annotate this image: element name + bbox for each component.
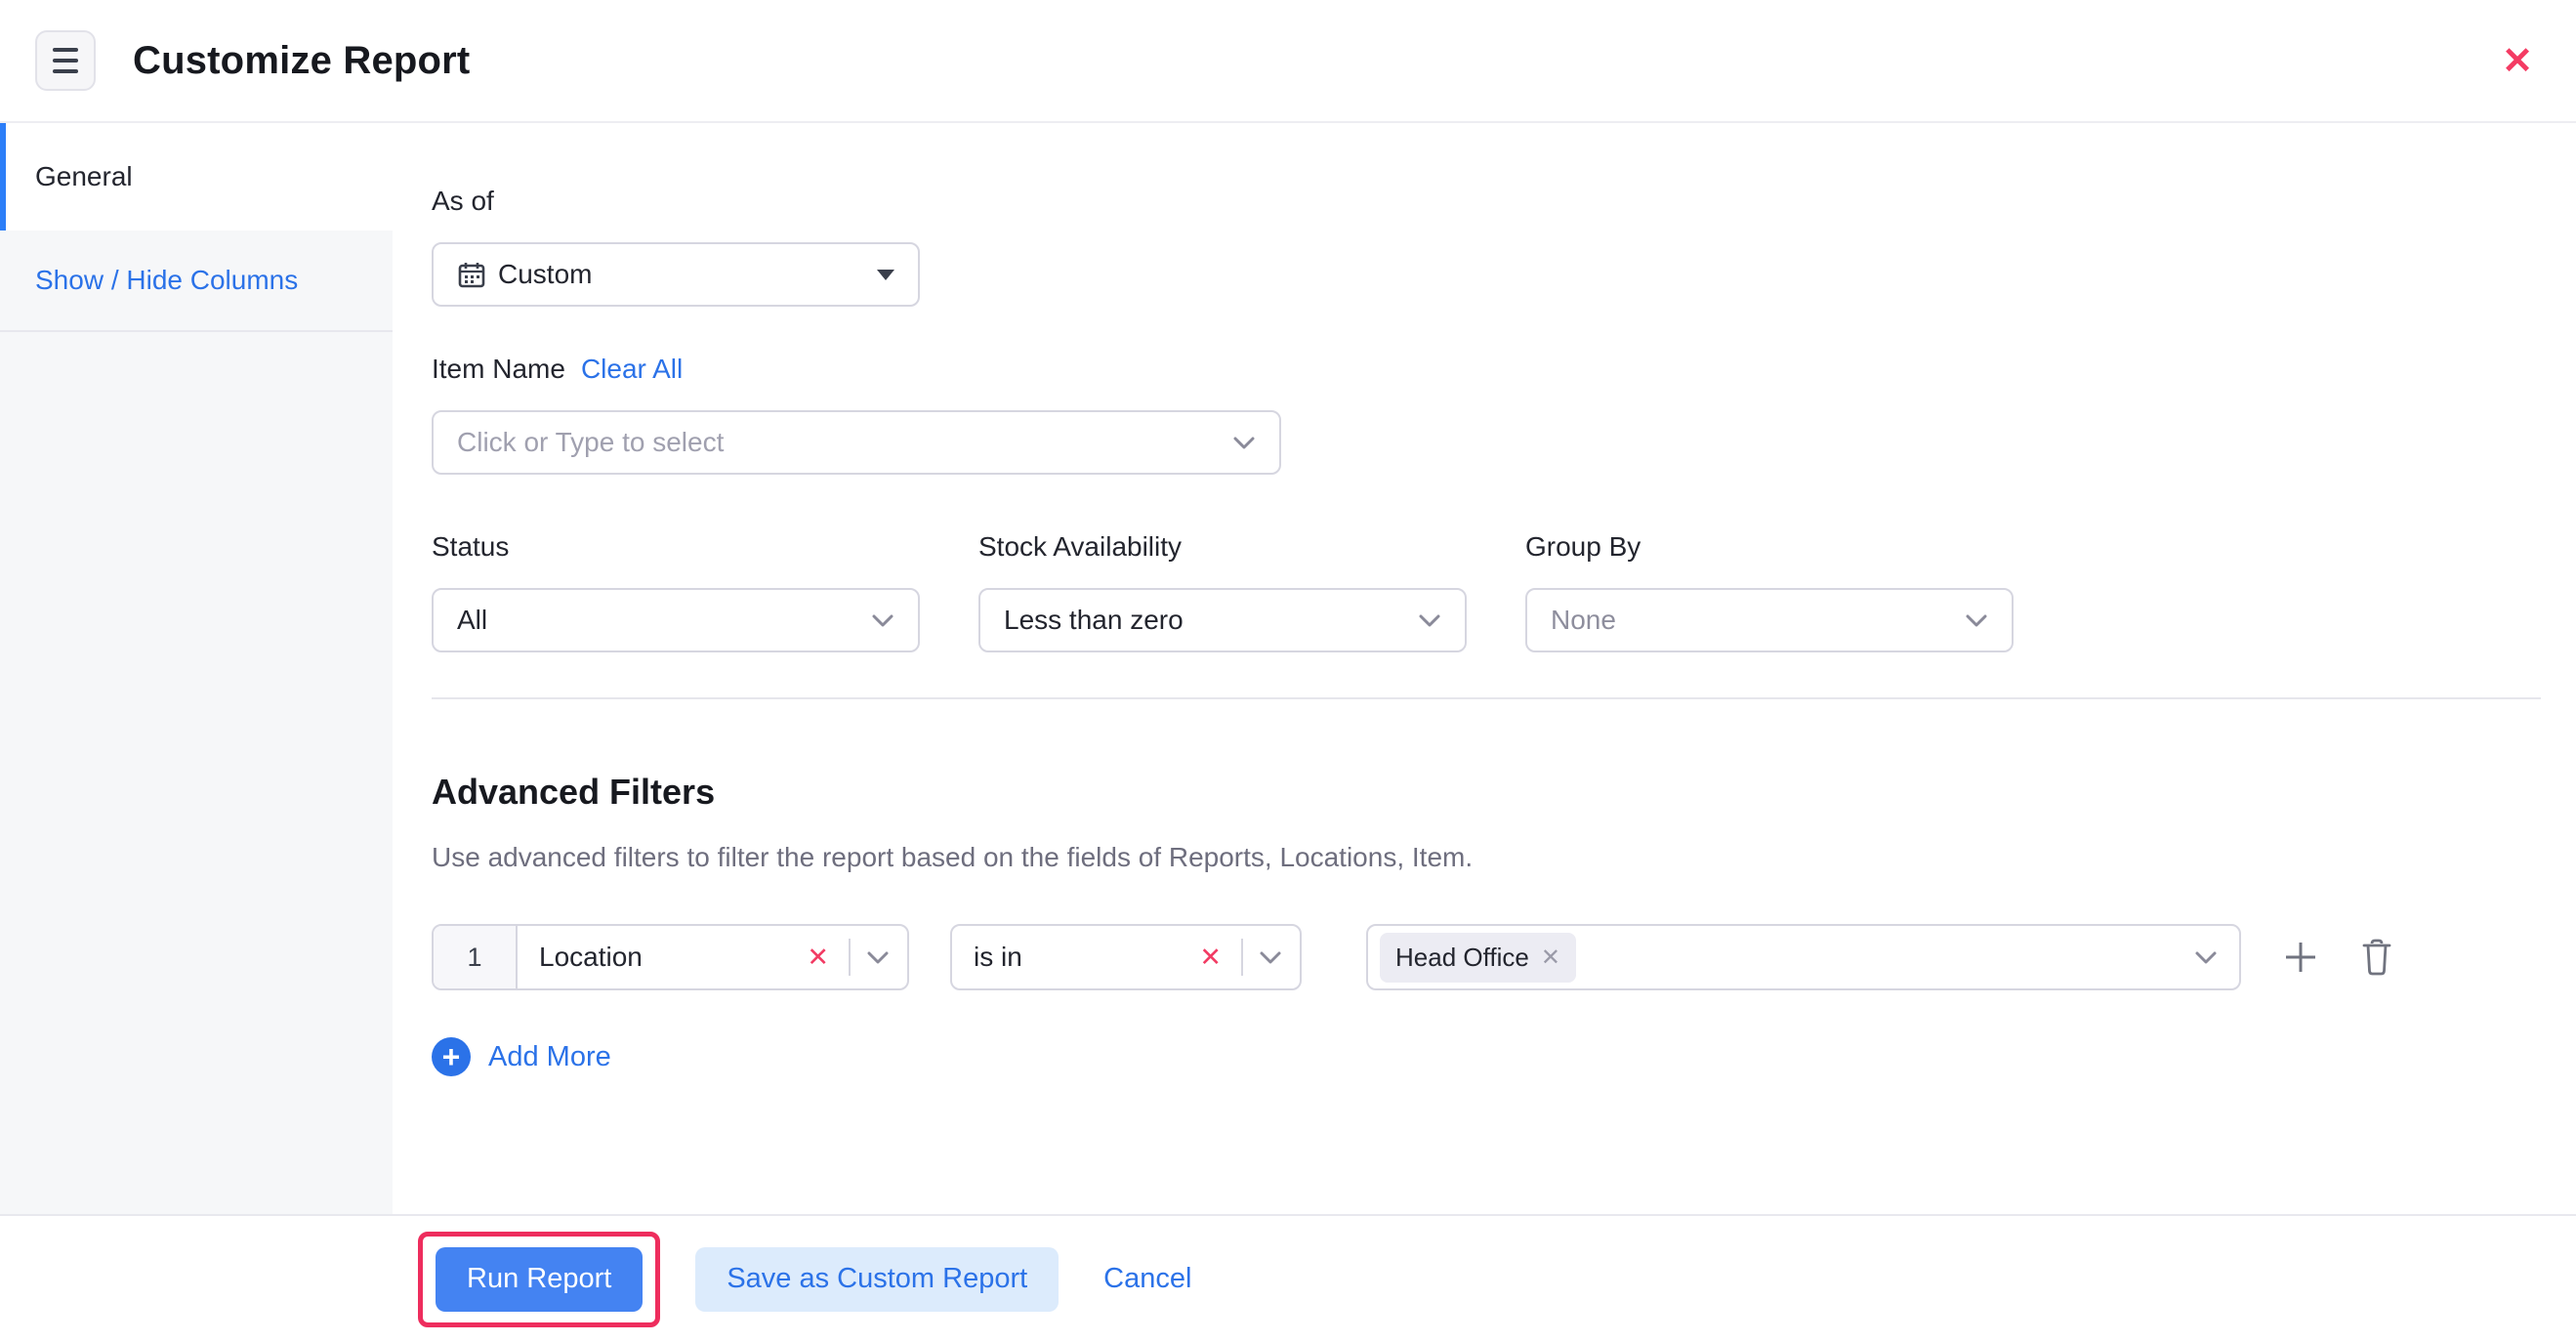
filters-row: Status All Stock Availability Less than … [432,531,2541,652]
status-label: Status [432,531,920,563]
separator [1241,939,1243,976]
advanced-filters-title: Advanced Filters [432,772,2541,813]
run-report-button[interactable]: Run Report [436,1247,643,1312]
modal-body: General Show / Hide Columns As of [0,123,2576,1214]
item-name-placeholder: Click or Type to select [457,427,1232,458]
section-divider [432,697,2541,699]
group-by-select[interactable]: None [1525,588,2014,652]
chevron-down-icon [2194,950,2218,965]
hamburger-icon [53,48,78,52]
caret-down-icon [877,270,894,280]
as-of-label: As of [432,186,2541,217]
filter-operator-select[interactable]: is in ✕ [950,924,1302,990]
calendar-icon [457,260,486,289]
filter-field-value: Location [539,942,801,973]
sidebar-item-general[interactable]: General [0,123,393,231]
sidebar-item-label: Show / Hide Columns [35,265,298,296]
sidebar-item-label: General [35,161,133,192]
status-value: All [457,605,871,636]
as-of-value: Custom [498,259,877,290]
save-as-custom-report-button[interactable]: Save as Custom Report [695,1247,1059,1312]
sidebar: General Show / Hide Columns [0,123,393,1214]
group-by-value: None [1551,605,1965,636]
chevron-down-icon [1965,613,1988,628]
value-tag-label: Head Office [1395,943,1529,973]
chevron-down-icon [1418,613,1441,628]
value-tag: Head Office ✕ [1380,933,1576,983]
sidebar-item-show-hide-columns[interactable]: Show / Hide Columns [0,231,393,332]
stock-availability-label: Stock Availability [978,531,1467,563]
group-by-label: Group By [1525,531,2014,563]
clear-operator-icon[interactable]: ✕ [1193,943,1227,973]
circle-plus-icon: + [432,1037,471,1076]
add-filter-row-icon[interactable] [2282,939,2319,976]
hamburger-menu-button[interactable] [35,30,96,91]
stock-availability-value: Less than zero [1004,605,1418,636]
item-name-label: Item Name [432,354,565,385]
add-more-label: Add More [488,1041,611,1073]
main-content: As of Custom [393,123,2576,1214]
chevron-down-icon [871,613,894,628]
delete-filter-row-icon[interactable] [2360,938,2393,977]
customize-report-modal: Customize Report ✕ General Show / Hide C… [0,0,2576,1342]
modal-footer: Run Report Save as Custom Report Cancel [0,1214,2576,1342]
filter-row-index: 1 [434,926,518,988]
separator [849,939,851,976]
advanced-filter-row: 1 Location ✕ is in ✕ [432,924,2541,990]
as-of-select[interactable]: Custom [432,242,920,307]
remove-tag-icon[interactable]: ✕ [1541,944,1560,972]
page-title: Customize Report [133,39,470,83]
close-icon[interactable]: ✕ [2502,43,2533,80]
cancel-button[interactable]: Cancel [1103,1263,1191,1295]
stock-availability-select[interactable]: Less than zero [978,588,1467,652]
add-more-button[interactable]: + Add More [432,1037,611,1076]
chevron-down-icon [1259,950,1282,965]
filter-field-select[interactable]: 1 Location ✕ [432,924,909,990]
clear-all-link[interactable]: Clear All [581,354,683,385]
item-name-select[interactable]: Click or Type to select [432,410,1281,475]
filter-operator-value: is in [974,942,1193,973]
chevron-down-icon [866,950,890,965]
clear-field-icon[interactable]: ✕ [801,943,835,973]
filter-values-multiselect[interactable]: Head Office ✕ [1366,924,2241,990]
modal-header: Customize Report ✕ [0,0,2576,123]
advanced-filters-description: Use advanced filters to filter the repor… [432,842,2541,873]
status-select[interactable]: All [432,588,920,652]
chevron-down-icon [1232,436,1256,450]
highlight-annotation: Run Report [418,1232,660,1327]
